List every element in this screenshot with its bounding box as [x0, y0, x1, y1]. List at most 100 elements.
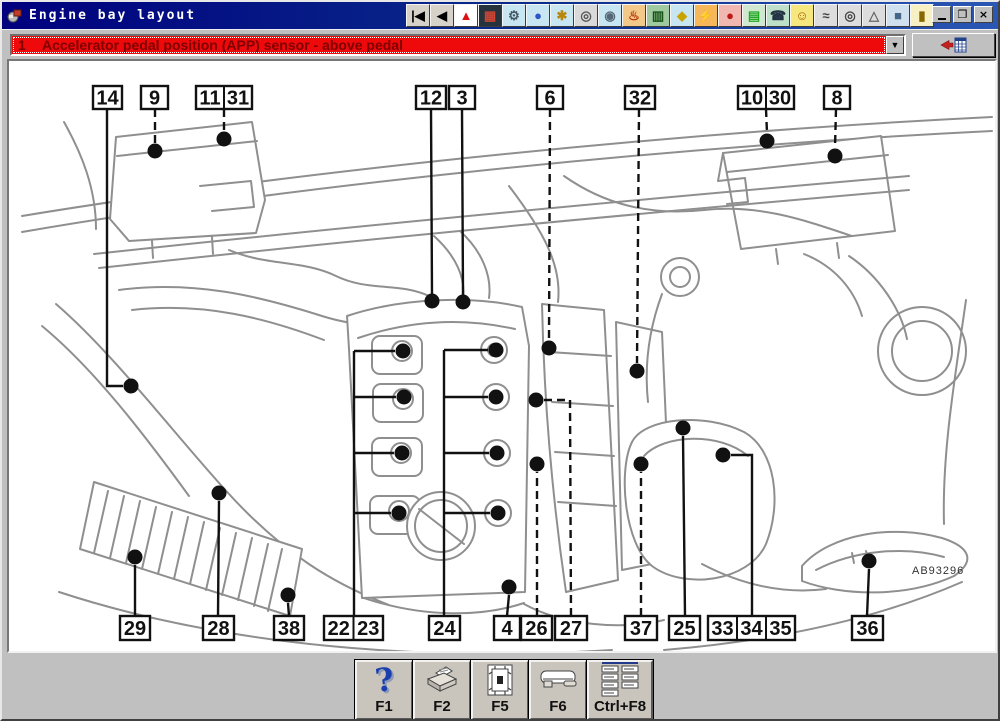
- callout-label-3: 3: [456, 88, 467, 110]
- leader-line-12: [431, 109, 432, 294]
- callout-label-32: 32: [629, 88, 651, 110]
- combobox-dropdown-button[interactable]: ▼: [886, 36, 904, 54]
- driver-info-icon[interactable]: ☺: [790, 4, 814, 27]
- window-title: Engine bay layout: [29, 8, 196, 23]
- callout-label-6: 6: [544, 88, 555, 110]
- exhaust-icon[interactable]: ♨: [622, 4, 646, 27]
- manual-icon[interactable]: ▦: [478, 4, 502, 27]
- callout-label-4: 4: [501, 618, 513, 640]
- leader-line-8: [835, 109, 836, 148]
- component-dot-9: [148, 144, 163, 159]
- component-label: Accelerator pedal position (APP) sensor …: [42, 37, 403, 53]
- component-dot-14: [124, 379, 139, 394]
- component-combobox[interactable]: 1 Accelerator pedal position (APP) senso…: [10, 34, 906, 56]
- leader-line-4: [507, 595, 509, 616]
- window-controls: ❐ ×: [932, 6, 993, 23]
- suspension-icon[interactable]: ⚙: [502, 4, 526, 27]
- component-dot-38: [281, 588, 296, 603]
- minimize-button[interactable]: [932, 6, 951, 23]
- tyres-icon[interactable]: ◎: [838, 4, 862, 27]
- ignition-icon[interactable]: ⚡: [694, 4, 718, 27]
- leader-line-3: [462, 109, 463, 295]
- app-window: Engine bay layout |◀◀▲▦⚙●✱◎◉♨▥◆⚡●▤☎☺≈◎△■…: [0, 0, 1000, 721]
- callout-label-10: 10: [741, 88, 763, 110]
- leader-line-38: [288, 603, 289, 616]
- close-button[interactable]: ×: [974, 6, 993, 23]
- callout-label-23: 23: [357, 618, 379, 640]
- component-dot-26: [530, 457, 545, 472]
- figure-code: AB93296: [912, 565, 964, 577]
- print-f2-button[interactable]: F2: [413, 660, 471, 720]
- engine-bay-diagram: AB93296 14911311236321030829283822232442…: [9, 61, 995, 651]
- bottom-bar: ? F1 F2: [2, 653, 998, 721]
- leader-line-28: [218, 501, 219, 616]
- component-dot-36: [862, 554, 877, 569]
- wheel-icon[interactable]: ◎: [574, 4, 598, 27]
- callout-label-35: 35: [769, 618, 791, 640]
- menu-list-icon: [598, 660, 642, 698]
- component-dot-6: [542, 341, 557, 356]
- wiring-diagram-icon[interactable]: ≈: [814, 4, 838, 27]
- callout-label-33: 33: [711, 618, 733, 640]
- callout-label-37: 37: [630, 618, 652, 640]
- print-preview-icon[interactable]: ▤: [742, 4, 766, 27]
- callout-label-8: 8: [831, 88, 842, 110]
- component-index: 1: [18, 37, 42, 53]
- diagram-panel: AB93296 14911311236321030829283822232442…: [7, 59, 997, 653]
- engine-icon[interactable]: ●: [526, 4, 550, 27]
- plotter-f6-button[interactable]: F6: [529, 660, 587, 720]
- component-dot-24: [490, 446, 505, 461]
- warning-lamps-icon[interactable]: ●: [718, 4, 742, 27]
- nav-back-icon[interactable]: ◀: [430, 4, 454, 27]
- component-dot-11-31: [217, 132, 232, 147]
- menu-ctrlf8-button[interactable]: Ctrl+F8: [587, 660, 653, 720]
- callout-label-31: 31: [227, 88, 249, 110]
- nav-first-icon[interactable]: |◀: [406, 4, 430, 27]
- callout-label-30: 30: [769, 88, 791, 110]
- callout-label-27: 27: [560, 618, 582, 640]
- chevron-down-icon: ▼: [891, 40, 900, 50]
- component-dot-22-23: [395, 446, 410, 461]
- vehicle-data-icon[interactable]: ■: [886, 4, 910, 27]
- plotter-icon: [537, 665, 579, 695]
- callout-label-24: 24: [433, 618, 456, 640]
- main-toolbar: |◀◀▲▦⚙●✱◎◉♨▥◆⚡●▤☎☺≈◎△■▮: [406, 4, 934, 27]
- callout-label-28: 28: [207, 618, 229, 640]
- lift-icon[interactable]: ▥: [646, 4, 670, 27]
- callout-label-36: 36: [856, 618, 878, 640]
- callout-label-22: 22: [328, 618, 350, 640]
- component-dot-27: [529, 393, 544, 408]
- callout-label-11: 11: [199, 88, 220, 110]
- leader-line-32: [637, 109, 639, 363]
- component-dot-12: [425, 294, 440, 309]
- callout-label-34: 34: [740, 618, 763, 640]
- hazard-icon[interactable]: △: [862, 4, 886, 27]
- brakes-icon[interactable]: ◉: [598, 4, 622, 27]
- component-dot-32: [630, 364, 645, 379]
- warning-triangle-icon[interactable]: ▲: [454, 4, 478, 27]
- callout-label-38: 38: [278, 618, 300, 640]
- restore-button[interactable]: ❐: [953, 6, 972, 23]
- component-dot-4: [502, 580, 517, 595]
- app-icon: [6, 8, 23, 24]
- component-dot-33-34-35: [716, 448, 731, 463]
- component-dot-22-23: [392, 506, 407, 521]
- help-icon: ?: [373, 663, 395, 697]
- goto-component-icon: [939, 36, 969, 54]
- goto-component-button[interactable]: [912, 33, 995, 57]
- diagram-f5-button[interactable]: F5: [471, 660, 529, 720]
- adjustments-icon[interactable]: ☎: [766, 4, 790, 27]
- key-icon[interactable]: ▮: [910, 4, 934, 27]
- component-dot-3: [456, 295, 471, 310]
- titlebar: Engine bay layout |◀◀▲▦⚙●✱◎◉♨▥◆⚡●▤☎☺≈◎△■…: [2, 2, 998, 29]
- recovery-truck-icon[interactable]: ◆: [670, 4, 694, 27]
- component-dot-22-23: [397, 390, 412, 405]
- print-icon: [422, 663, 462, 697]
- callout-label-12: 12: [420, 88, 442, 110]
- timing-belt-icon[interactable]: ✱: [550, 4, 574, 27]
- callout-label-29: 29: [124, 618, 146, 640]
- leader-line-10-30: [766, 109, 767, 133]
- selected-component[interactable]: 1 Accelerator pedal position (APP) senso…: [12, 36, 886, 54]
- help-f1-button[interactable]: ? F1: [355, 660, 413, 720]
- component-dot-24: [489, 390, 504, 405]
